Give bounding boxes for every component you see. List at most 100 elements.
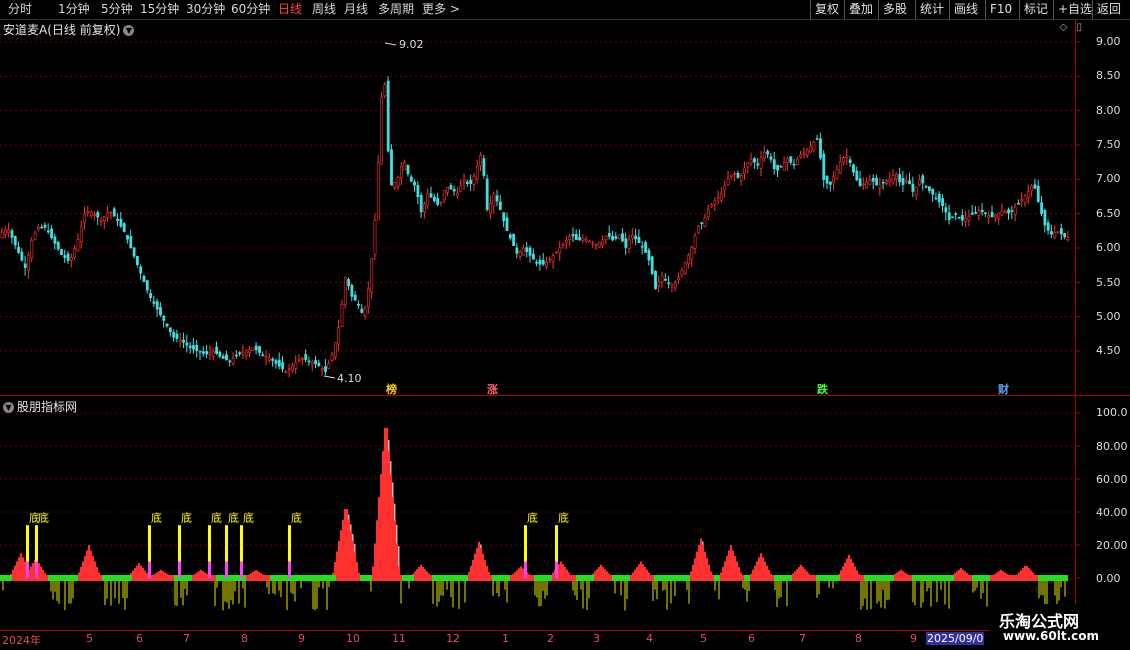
zero-line-block [780,575,786,581]
candle-body [182,339,186,343]
candle-body [258,346,261,353]
zero-line-block [168,575,174,581]
indicator-red-bar [88,545,90,578]
zero-line-block [18,575,24,581]
candle-body [974,212,978,214]
candle-body [469,180,473,184]
indicator-red-bar [382,450,384,578]
indicator-red-bar [394,520,396,578]
event-marker-zhang[interactable]: 涨 [487,381,498,397]
zero-line-block [108,575,114,581]
zero-line-block [576,575,582,581]
candle-body [347,279,351,287]
event-marker-cai[interactable]: 财 [998,381,1009,397]
zero-line-block [48,575,54,581]
date-label: 7 [183,632,190,645]
indicator-red-bar [92,556,94,578]
zero-line-block [660,575,666,581]
candle-body [881,181,885,184]
zero-line-block [966,575,972,581]
candle-body [155,301,159,310]
candle-body [964,217,968,222]
zero-line-block [756,575,762,581]
zero-line-block [744,575,750,581]
zero-line-block [336,575,342,581]
candle-body [60,249,63,255]
date-label: 6 [748,632,755,645]
zero-line-block [762,575,768,581]
indicator-red-bar [734,556,736,578]
candle-body [756,163,760,166]
zero-line-block [228,575,234,581]
candle-body [274,360,278,364]
candle-body [211,350,215,357]
date-label: 9 [298,632,305,645]
zero-line-block [666,575,672,581]
zero-line-block [372,575,378,581]
candle-body [819,138,822,159]
candle-body [363,307,367,317]
zero-line-block [60,575,66,581]
zero-line-block [588,575,594,581]
candle-body [673,282,677,289]
candle-body [512,233,516,247]
candle-body [277,359,281,367]
candle-body [650,256,654,274]
high-marker [384,42,397,46]
zero-line-block [384,575,390,581]
candle-body [475,166,479,180]
zero-line-block [960,575,966,581]
zero-line-block [948,575,954,581]
date-label: 8 [855,632,862,645]
candle-body [898,174,902,183]
candle-body [713,200,717,205]
zero-line-block [120,575,126,581]
zero-line-block [594,575,600,581]
candle-body [548,258,552,261]
zero-line-block [492,575,498,581]
candle-body [739,175,743,181]
candle-body [957,216,961,219]
indicator-red-bar [380,474,382,578]
bottom-signal-label: 底 [211,511,222,525]
candle-body [660,275,664,283]
event-marker-bang[interactable]: 榜 [386,381,397,397]
zero-line-block [630,575,636,581]
zero-line-block [1020,575,1026,581]
candle-body [43,224,47,228]
event-marker-die[interactable]: 跌 [817,381,828,397]
indicator-tick: 0.00 [1096,572,1121,585]
candle-body [885,180,888,184]
candle-body [558,247,562,254]
candle-body [733,173,737,176]
candle-body [248,348,252,354]
candle-body [459,185,463,192]
candle-body [1036,185,1040,202]
candle-body [947,212,951,220]
indicator-red-bar [374,543,376,578]
candle-body [654,270,657,290]
zero-line-block [12,575,18,581]
zero-line-block [300,575,306,581]
chart-canvas[interactable]: 底底底底底底底底底底 [0,0,1130,650]
candle-body [541,260,545,265]
zero-line-block [558,575,564,581]
zero-line-block [378,575,384,581]
candle-body [574,234,578,240]
candle-body [845,155,849,158]
zero-line-block [474,575,480,581]
candle-body [571,234,575,237]
candle-body [393,182,397,188]
bottom-signal-label: 底 [243,511,254,525]
candle-body [555,251,558,253]
zero-line-block [408,575,414,581]
candle-body [439,201,443,204]
candle-body [403,162,407,170]
candle-body [30,240,34,259]
candle-body [931,188,935,195]
zero-line-block [162,575,168,581]
indicator-tick: 100.0 [1096,406,1128,419]
candle-body [729,174,733,177]
candle-body [937,193,941,203]
candle-body [720,192,723,201]
